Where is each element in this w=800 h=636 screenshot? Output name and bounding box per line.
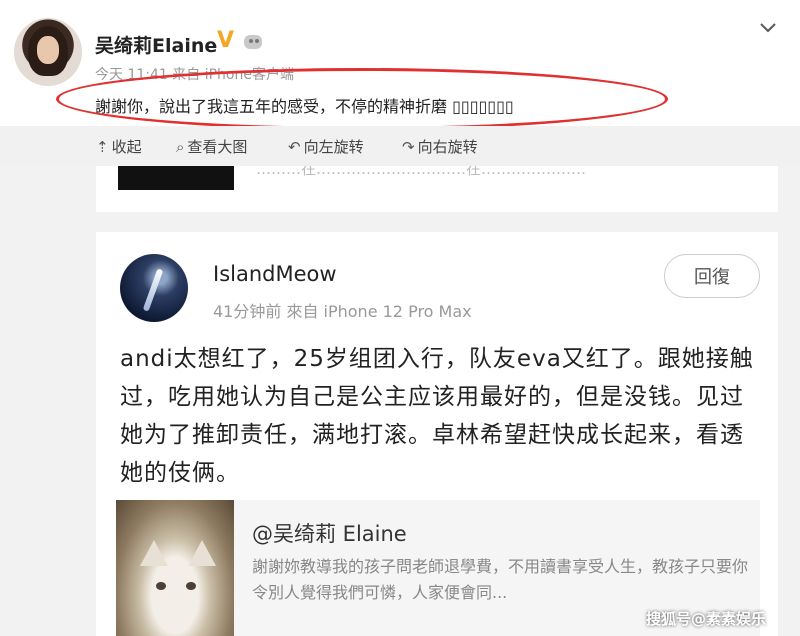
view-large-label: 查看大图 xyxy=(187,138,248,156)
watermark: 搜狐号@素素娱乐 xyxy=(646,610,767,628)
chevron-down-icon[interactable] xyxy=(758,18,778,38)
comment-card: IslandMeow 41分钟前 來自 iPhone 12 Pro Max 回復… xyxy=(96,232,778,636)
quoted-text: 謝謝妳教導我的孩子問老師退學費，不用讀書享受人生，教孩子只要你令別人覺得我們可憐… xyxy=(252,557,749,602)
previous-comment-card: ………在…………………………在………………… xyxy=(96,166,778,212)
collapse-up-icon: ⇡ xyxy=(96,137,109,156)
previous-comment-text: ………在…………………………在………………… xyxy=(256,166,587,178)
comment-body: andi太想红了，25岁组团入行，队友eva又红了。跟她接触过，吃用她认为自己是… xyxy=(120,346,754,486)
reply-button[interactable]: 回復 xyxy=(664,254,760,298)
rotate-right-icon: ↷ xyxy=(402,137,415,156)
verified-badge-icon: V xyxy=(217,28,235,53)
commenter-avatar[interactable] xyxy=(120,254,188,322)
red-highlight-ellipse xyxy=(56,68,668,130)
rotate-left-label: 向左旋转 xyxy=(303,138,364,156)
quoted-author: @吴绮莉 Elaine xyxy=(252,522,407,546)
commenter-name[interactable]: IslandMeow xyxy=(213,262,337,286)
rotate-right-button[interactable]: ↷ 向右旋转 xyxy=(402,136,478,157)
rotate-left-icon: ↶ xyxy=(288,137,301,156)
author-name[interactable]: 吴绮莉Elaine xyxy=(95,31,217,58)
view-large-button[interactable]: ⌕ 查看大图 xyxy=(176,136,247,157)
search-icon: ⌕ xyxy=(176,137,185,156)
weibo-post: 吴绮莉Elaine V 今天 11:41 来自 iPhone客户端 謝謝你，說出… xyxy=(0,0,800,130)
collapse-label: 收起 xyxy=(111,138,142,156)
author-avatar[interactable] xyxy=(14,18,82,86)
rotate-right-label: 向右旋转 xyxy=(417,138,478,156)
image-toolbar: ⇡ 收起 ⌕ 查看大图 ↶ 向左旋转 ↷ 向右旋转 xyxy=(0,126,800,166)
rotate-left-button[interactable]: ↶ 向左旋转 xyxy=(288,136,364,157)
collapse-button[interactable]: ⇡ 收起 xyxy=(96,136,142,157)
cat-thumbnail xyxy=(116,500,234,636)
robot-badge-icon xyxy=(242,31,264,51)
redaction-bar xyxy=(118,166,234,190)
comment-meta: 41分钟前 來自 iPhone 12 Pro Max xyxy=(213,302,472,321)
